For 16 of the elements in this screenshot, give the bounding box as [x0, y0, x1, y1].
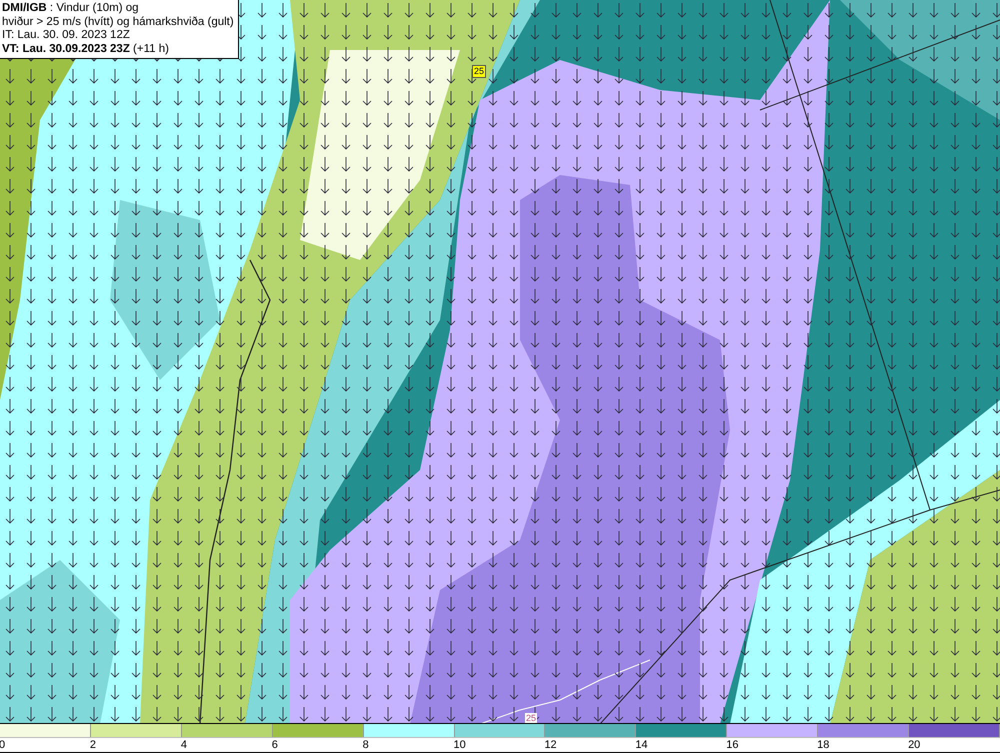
- colorbar-tick-label: 2: [90, 738, 96, 752]
- colorbar-tick-label: 8: [362, 738, 369, 752]
- colorbar-tick-label: 20: [908, 738, 920, 752]
- colorbar-tick-label: 16: [726, 738, 738, 752]
- colorbar-tick-label: 18: [817, 738, 830, 752]
- colorbar-tick-label: 14: [635, 738, 648, 752]
- colorbar-tick-label: 12: [544, 738, 557, 752]
- colorbar-tick-label: 4: [180, 738, 187, 752]
- legend-text: DMI/IGB : Vindur (10m) og: [2, 2, 140, 16]
- colorbar-tick-label: 10: [454, 738, 466, 752]
- legend-text: hviður > 25 m/s (hvítt) og hámarkshviða (gult): [2, 16, 234, 29]
- max-gust-label: 25: [472, 65, 486, 78]
- legend-text: VT: Lau. 30.09.2023 23Z (+11 h): [2, 42, 170, 56]
- legend-text: IT: Lau. 30. 09. 2023 12Z: [2, 29, 131, 42]
- gust-contour-label: 25: [525, 713, 538, 724]
- colorbar-tick-label: 6: [272, 738, 278, 752]
